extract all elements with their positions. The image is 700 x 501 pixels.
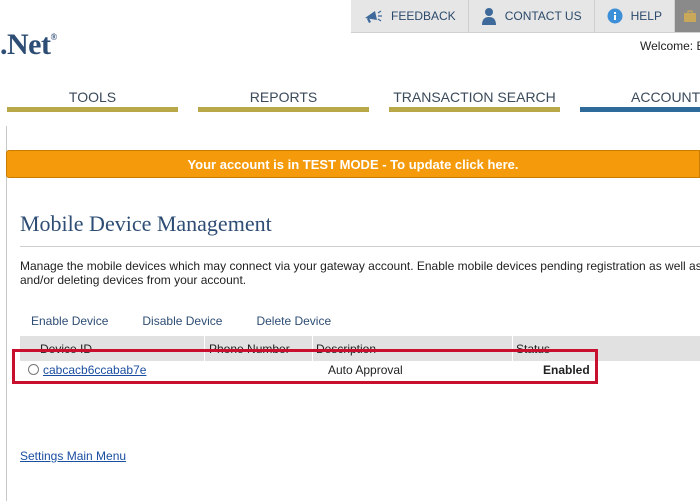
tab-reports[interactable]: REPORTS xyxy=(198,88,369,112)
test-mode-banner[interactable]: Your account is in TEST MODE - To update… xyxy=(6,150,700,178)
contact-us-label: CONTACT US xyxy=(504,9,582,23)
briefcase-icon xyxy=(683,9,697,23)
disable-device-button[interactable]: Disable Device xyxy=(142,314,222,330)
account-briefcase-button[interactable] xyxy=(674,0,700,32)
person-icon xyxy=(481,7,497,25)
tab-transaction-search[interactable]: TRANSACTION SEARCH xyxy=(389,88,560,112)
feedback-button[interactable]: FEEDBACK xyxy=(351,0,469,32)
device-actions: Enable Device Disable Device Delete Devi… xyxy=(20,314,354,330)
megaphone-icon xyxy=(363,8,383,24)
info-icon xyxy=(607,8,623,24)
main-nav: TOOLS REPORTS TRANSACTION SEARCH ACCOUNT xyxy=(0,88,700,112)
help-button[interactable]: HELP xyxy=(595,0,675,32)
tab-account[interactable]: ACCOUNT xyxy=(580,88,700,112)
registered-mark: ® xyxy=(50,32,57,42)
title-divider xyxy=(20,246,700,247)
row-highlight-box xyxy=(12,349,598,384)
settings-main-menu-link[interactable]: Settings Main Menu xyxy=(20,449,126,463)
logo-text: .Net xyxy=(0,28,51,61)
content-border xyxy=(6,126,7,501)
welcome-text: Welcome: E xyxy=(640,39,700,53)
feedback-label: FEEDBACK xyxy=(391,9,456,23)
utility-bar: FEEDBACK CONTACT US HELP xyxy=(351,0,700,33)
page-title: Mobile Device Management xyxy=(20,211,272,236)
brand-logo[interactable]: .Net® xyxy=(0,28,57,62)
enable-device-button[interactable]: Enable Device xyxy=(31,314,108,330)
delete-device-button[interactable]: Delete Device xyxy=(256,314,331,330)
tab-tools[interactable]: TOOLS xyxy=(7,88,178,112)
help-label: HELP xyxy=(630,9,662,23)
contact-us-button[interactable]: CONTACT US xyxy=(469,0,595,32)
page-description: Manage the mobile devices which may conn… xyxy=(20,259,700,287)
